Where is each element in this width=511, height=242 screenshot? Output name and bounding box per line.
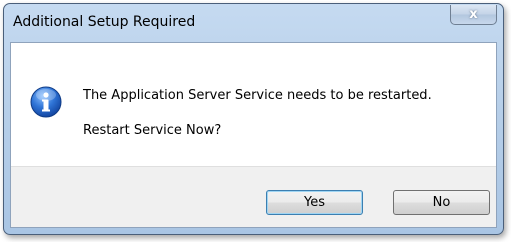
message-area: The Application Server Service needs to … <box>11 43 496 166</box>
close-icon: x <box>469 7 478 22</box>
close-button[interactable]: x <box>450 5 497 25</box>
yes-button[interactable]: Yes <box>266 190 363 215</box>
title-bar[interactable]: Additional Setup Required x <box>4 4 503 42</box>
button-bar: Yes No <box>11 166 496 227</box>
dialog-window: Additional Setup Required x The Applicat… <box>3 3 504 235</box>
dialog-title: Additional Setup Required <box>13 14 196 30</box>
info-icon <box>30 86 62 118</box>
message-text: The Application Server Service needs to … <box>83 88 432 103</box>
dialog-body: The Application Server Service needs to … <box>10 42 497 228</box>
prompt-text: Restart Service Now? <box>83 123 222 138</box>
no-button[interactable]: No <box>393 190 490 215</box>
